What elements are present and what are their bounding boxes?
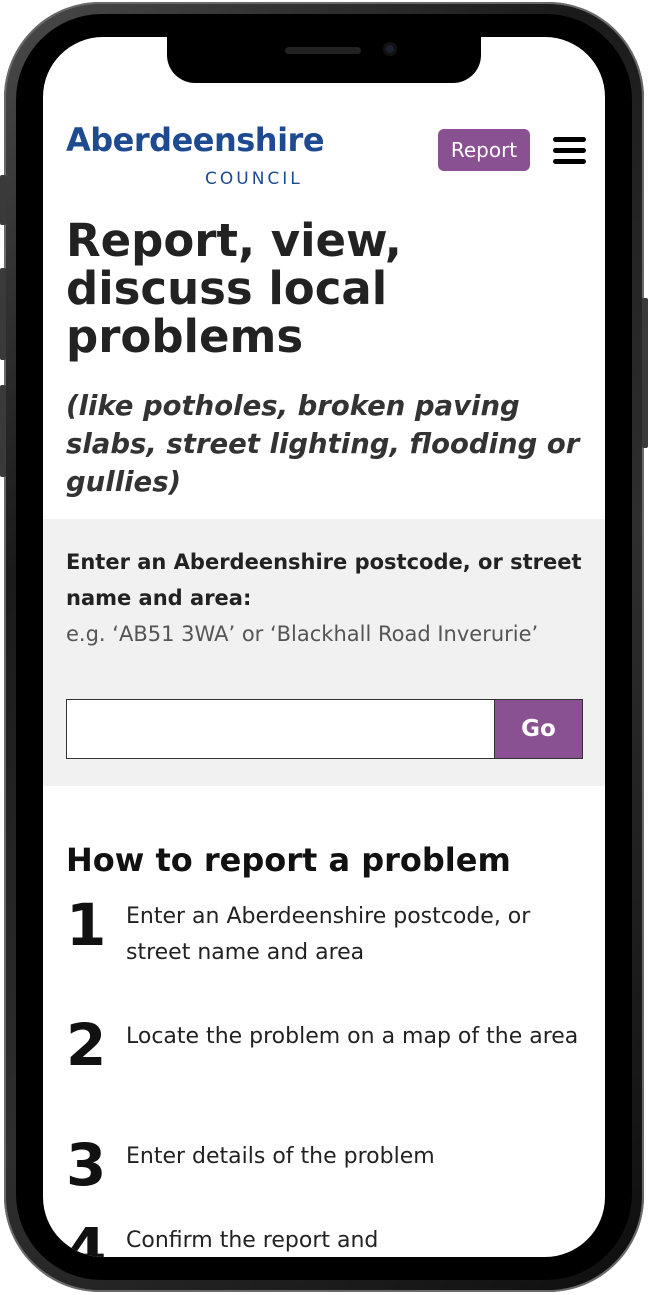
- page-subtitle: (like potholes, broken paving slabs, str…: [66, 390, 580, 498]
- phone-power-button: [642, 298, 648, 448]
- council-logo-subtitle: COUNCIL: [205, 169, 303, 189]
- go-button[interactable]: Go: [495, 699, 583, 759]
- step-number: 1: [66, 891, 107, 959]
- phone-notch: [167, 37, 481, 83]
- step-number: 3: [66, 1131, 107, 1199]
- postcode-hint: e.g. ‘AB51 3WA’ or ‘Blackhall Road Inver…: [66, 622, 539, 646]
- postcode-label: Enter an Aberdeenshire postcode, or stre…: [66, 550, 582, 610]
- council-logo[interactable]: Aberdeenshire: [66, 121, 325, 159]
- page-title: Report, view, discuss local problems: [66, 214, 402, 363]
- hamburger-menu-icon[interactable]: [553, 137, 586, 165]
- phone-screen: Aberdeenshire COUNCIL Report Report, vie…: [43, 37, 605, 1257]
- phone-volume-up-button: [0, 268, 6, 360]
- postcode-input[interactable]: [66, 699, 495, 759]
- step-text: Confirm the report and: [126, 1228, 379, 1253]
- how-to-title: How to report a problem: [66, 841, 511, 879]
- step-number: 2: [66, 1011, 107, 1079]
- step-text: Enter details of the problem: [126, 1144, 435, 1169]
- step-number: 4: [66, 1215, 107, 1257]
- report-button[interactable]: Report: [438, 129, 530, 171]
- phone-volume-down-button: [0, 385, 6, 477]
- site-header: Aberdeenshire COUNCIL Report: [43, 115, 605, 195]
- phone-mute-switch: [0, 175, 6, 225]
- speaker-grille: [285, 47, 361, 54]
- step-text: Locate the problem on a map of the area: [126, 1024, 579, 1049]
- postcode-search-form: Enter an Aberdeenshire postcode, or stre…: [43, 519, 605, 786]
- step-text: Enter an Aberdeenshire postcode, or stre…: [126, 904, 531, 965]
- camera-icon: [383, 42, 397, 56]
